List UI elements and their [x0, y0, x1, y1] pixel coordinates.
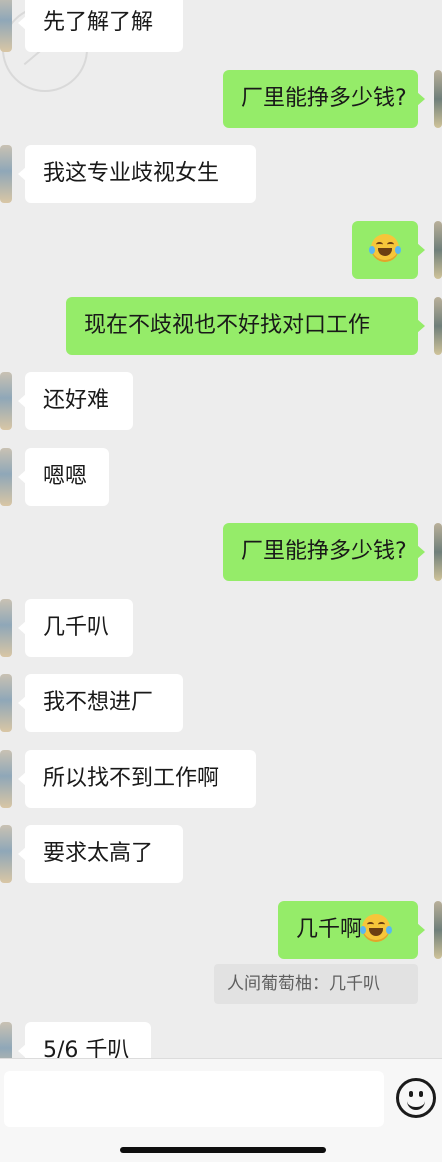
message-bubble-outgoing[interactable]: 现在不歧视也不好找对口工作 — [66, 297, 425, 355]
message-bubble-incoming[interactable]: 5/6 千叭 — [18, 1022, 151, 1058]
contact-avatar[interactable] — [0, 372, 12, 430]
message-bubble-outgoing[interactable] — [352, 221, 425, 279]
message-bubble-incoming[interactable]: 要求太高了 — [18, 825, 183, 883]
message-bubble-outgoing[interactable]: 厂里能挣多少钱? — [223, 523, 425, 581]
contact-avatar[interactable] — [0, 674, 12, 732]
contact-avatar[interactable] — [0, 145, 12, 203]
contact-avatar[interactable] — [0, 599, 12, 657]
message-bubble-incoming[interactable]: 先了解了解 — [18, 0, 183, 52]
contact-avatar[interactable] — [0, 750, 12, 808]
message-bubble-incoming[interactable]: 我这专业歧视女生 — [18, 145, 256, 203]
laughing-tears-emoji-icon — [369, 234, 401, 262]
message-input[interactable] — [4, 1071, 384, 1127]
message-bubble-incoming[interactable]: 所以找不到工作啊 — [18, 750, 256, 808]
message-text: 几千啊 — [296, 917, 363, 942]
message-bubble-incoming[interactable]: 还好难 — [18, 372, 133, 430]
my-avatar[interactable] — [434, 901, 442, 959]
message-bubble-incoming[interactable]: 几千叭 — [18, 599, 133, 657]
my-avatar[interactable] — [434, 70, 442, 128]
contact-avatar[interactable] — [0, 448, 12, 506]
my-avatar[interactable] — [434, 221, 442, 279]
laughing-tears-emoji-icon — [360, 914, 393, 942]
home-indicator[interactable] — [120, 1147, 326, 1153]
message-bubble-incoming[interactable]: 我不想进厂 — [18, 674, 183, 732]
contact-avatar[interactable] — [0, 0, 12, 52]
quoted-reply[interactable]: 人间葡萄柚：几千叭 — [214, 964, 418, 1004]
message-bubble-incoming[interactable]: 嗯嗯 — [18, 448, 109, 506]
input-bar — [0, 1058, 442, 1162]
smiley-icon[interactable] — [396, 1078, 436, 1118]
chat-history[interactable]: 先了解了解 厂里能挣多少钱? 我这专业歧视女生 现在不歧视也不好找对口工作 还好… — [0, 0, 442, 1058]
message-bubble-outgoing[interactable]: 厂里能挣多少钱? — [223, 70, 425, 128]
contact-avatar[interactable] — [0, 1022, 12, 1058]
my-avatar[interactable] — [434, 523, 442, 581]
my-avatar[interactable] — [434, 297, 442, 355]
message-bubble-outgoing[interactable]: 几千啊 — [278, 901, 425, 959]
contact-avatar[interactable] — [0, 825, 12, 883]
